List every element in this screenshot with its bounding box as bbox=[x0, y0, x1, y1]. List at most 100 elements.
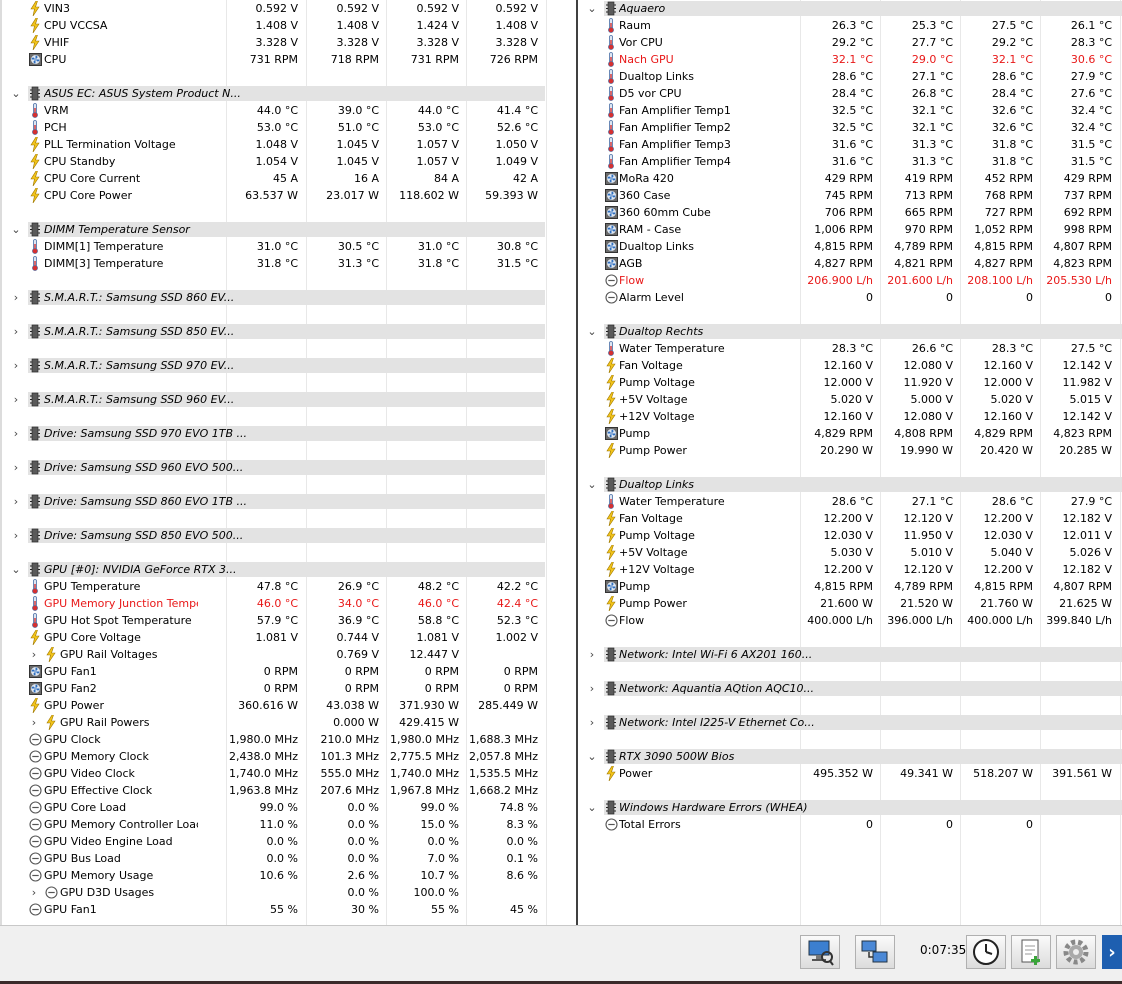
sensor-group-row[interactable]: › Network: Intel Wi-Fi 6 AX201 160... bbox=[580, 646, 1122, 663]
sensor-row[interactable]: Dualtop Links 4,815 RPM 4,789 RPM 4,815 RPM… bbox=[580, 238, 1122, 255]
right-sensor-pane[interactable]: ⌄ Aquaero Raum 26.3 °C 25.3 °C 27.5 °C 26.1 °C… bbox=[580, 0, 1122, 925]
sensor-row[interactable]: CPU Standby 1.054 V 1.045 V 1.057 V 1.049 V bbox=[4, 153, 575, 170]
shared-memory-button[interactable] bbox=[855, 935, 895, 969]
sensor-row[interactable]: +12V Voltage 12.200 V 12.120 V 12.200 V 12.1… bbox=[580, 561, 1122, 578]
sensor-group-row[interactable]: ⌄ DIMM Temperature Sensor bbox=[4, 221, 575, 238]
sensor-row[interactable]: DIMM[3] Temperature 31.8 °C 31.3 °C 31.8 °C… bbox=[4, 255, 575, 272]
sensor-row[interactable]: Water Temperature 28.3 °C 26.6 °C 28.3 °C 27… bbox=[580, 340, 1122, 357]
sensor-row[interactable]: GPU Temperature 47.8 °C 26.9 °C 48.2 °C 42.2… bbox=[4, 578, 575, 595]
sensor-row[interactable]: GPU Power 360.616 W 43.038 W 371.930 W 285.4… bbox=[4, 697, 575, 714]
sensor-row[interactable]: Fan Voltage 12.160 V 12.080 V 12.160 V 12.14… bbox=[580, 357, 1122, 374]
sensor-row[interactable]: GPU Memory Junction Temperature 46.0 °C 34… bbox=[4, 595, 575, 612]
sensor-row[interactable]: Fan Amplifier Temp3 31.6 °C 31.3 °C 31.8 °C… bbox=[580, 136, 1122, 153]
expand-chevron-icon[interactable]: › bbox=[28, 646, 40, 663]
sensor-row[interactable]: CPU 731 RPM 718 RPM 731 RPM 726 RPM bbox=[4, 51, 575, 68]
sensor-group-row[interactable]: › Drive: Samsung SSD 970 EVO 1TB ... bbox=[4, 425, 575, 442]
sensor-row[interactable]: Alarm Level 0 0 0 0 bbox=[580, 289, 1122, 306]
sensor-row[interactable]: Pump Power 20.290 W 19.990 W 20.420 W 20.285… bbox=[580, 442, 1122, 459]
sensor-row[interactable]: MoRa 420 429 RPM 419 RPM 452 RPM 429 RPM bbox=[580, 170, 1122, 187]
exit-button[interactable]: › bbox=[1102, 935, 1122, 969]
sensor-row[interactable]: Total Errors 0 0 0 bbox=[580, 816, 1122, 833]
sensor-group-row[interactable]: ⌄ ASUS EC: ASUS System Product N... bbox=[4, 85, 575, 102]
collapse-chevron-icon[interactable]: ⌄ bbox=[10, 85, 22, 102]
expand-chevron-icon[interactable]: › bbox=[10, 289, 22, 306]
sensor-row[interactable]: Pump Voltage 12.030 V 11.950 V 12.030 V 12.0… bbox=[580, 527, 1122, 544]
sensor-row[interactable]: GPU Clock 1,980.0 MHz 210.0 MHz 1,980.0 MHz… bbox=[4, 731, 575, 748]
sensor-row[interactable]: AGB 4,827 RPM 4,821 RPM 4,827 RPM 4,823 RPM bbox=[580, 255, 1122, 272]
sensor-row[interactable]: Vor CPU 29.2 °C 27.7 °C 29.2 °C 28.3 °C bbox=[580, 34, 1122, 51]
expand-chevron-icon[interactable]: › bbox=[586, 714, 598, 731]
expand-chevron-icon[interactable]: › bbox=[10, 527, 22, 544]
sensor-row[interactable]: GPU Bus Load 0.0 % 0.0 % 7.0 % 0.1 % bbox=[4, 850, 575, 867]
sensor-group-row[interactable]: › S.M.A.R.T.: Samsung SSD 960 EV... bbox=[4, 391, 575, 408]
sensor-group-row[interactable]: ⌄ Windows Hardware Errors (WHEA) bbox=[580, 799, 1122, 816]
collapse-chevron-icon[interactable]: ⌄ bbox=[10, 221, 22, 238]
sensor-row[interactable]: Pump Voltage 12.000 V 11.920 V 12.000 V 11.9… bbox=[580, 374, 1122, 391]
sensor-group-row[interactable]: › Drive: Samsung SSD 960 EVO 500... bbox=[4, 459, 575, 476]
expand-chevron-icon[interactable]: › bbox=[10, 493, 22, 510]
sensor-row[interactable]: D5 vor CPU 28.4 °C 26.8 °C 28.4 °C 27.6 °C bbox=[580, 85, 1122, 102]
sensor-row[interactable]: PLL Termination Voltage 1.048 V 1.045 V 1.0… bbox=[4, 136, 575, 153]
sensor-row[interactable]: › GPU D3D Usages 0.0 % 100.0 % bbox=[4, 884, 575, 901]
collapse-chevron-icon[interactable]: ⌄ bbox=[586, 799, 598, 816]
sensor-row[interactable]: GPU Memory Clock 2,438.0 MHz 101.3 MHz 2,77… bbox=[4, 748, 575, 765]
sensor-row[interactable]: Power 495.352 W 49.341 W 518.207 W 391.561 W bbox=[580, 765, 1122, 782]
expand-chevron-icon[interactable]: › bbox=[10, 323, 22, 340]
sensor-row[interactable]: Dualtop Links 28.6 °C 27.1 °C 28.6 °C 27.9 °… bbox=[580, 68, 1122, 85]
sensor-row[interactable]: Raum 26.3 °C 25.3 °C 27.5 °C 26.1 °C bbox=[580, 17, 1122, 34]
sensor-row[interactable]: GPU Fan2 0 RPM 0 RPM 0 RPM 0 RPM bbox=[4, 680, 575, 697]
sensor-group-row[interactable]: ⌄ RTX 3090 500W Bios bbox=[580, 748, 1122, 765]
sensor-group-row[interactable]: › Drive: Samsung SSD 850 EVO 500... bbox=[4, 527, 575, 544]
settings-button[interactable] bbox=[1056, 935, 1096, 969]
sensor-group-row[interactable]: ⌄ GPU [#0]: NVIDIA GeForce RTX 3... bbox=[4, 561, 575, 578]
network-monitor-button[interactable] bbox=[800, 935, 840, 969]
left-sensor-pane[interactable]: VIN3 0.592 V 0.592 V 0.592 V 0.592 V CPU VCCS… bbox=[4, 0, 575, 925]
sensor-group-row[interactable]: ⌄ Aquaero bbox=[580, 0, 1122, 17]
sensor-row[interactable]: PCH 53.0 °C 51.0 °C 53.0 °C 52.6 °C bbox=[4, 119, 575, 136]
sensor-row[interactable]: Pump 4,815 RPM 4,789 RPM 4,815 RPM 4,807 RPM bbox=[580, 578, 1122, 595]
sensor-row[interactable]: VHIF 3.328 V 3.328 V 3.328 V 3.328 V bbox=[4, 34, 575, 51]
sensor-row[interactable]: +5V Voltage 5.020 V 5.000 V 5.020 V 5.015 V bbox=[580, 391, 1122, 408]
sensor-row[interactable]: Fan Amplifier Temp4 31.6 °C 31.3 °C 31.8 °C… bbox=[580, 153, 1122, 170]
sensor-row[interactable]: CPU Core Power 63.537 W 23.017 W 118.602 W 5… bbox=[4, 187, 575, 204]
sensor-row[interactable]: Water Temperature 28.6 °C 27.1 °C 28.6 °C 27… bbox=[580, 493, 1122, 510]
sensor-group-row[interactable]: › Network: Intel I225-V Ethernet Co... bbox=[580, 714, 1122, 731]
sensor-group-row[interactable]: ⌄ Dualtop Rechts bbox=[580, 323, 1122, 340]
sensor-group-row[interactable]: › S.M.A.R.T.: Samsung SSD 850 EV... bbox=[4, 323, 575, 340]
expand-chevron-icon[interactable]: › bbox=[10, 391, 22, 408]
expand-chevron-icon[interactable]: › bbox=[586, 646, 598, 663]
logging-button[interactable] bbox=[1011, 935, 1051, 969]
sensor-row[interactable]: Nach GPU 32.1 °C 29.0 °C 32.1 °C 30.6 °C bbox=[580, 51, 1122, 68]
collapse-chevron-icon[interactable]: ⌄ bbox=[586, 0, 598, 17]
pane-divider[interactable] bbox=[576, 0, 578, 925]
sensor-row[interactable]: GPU Core Load 99.0 % 0.0 % 99.0 % 74.8 % bbox=[4, 799, 575, 816]
sensor-row[interactable]: GPU Video Engine Load 0.0 % 0.0 % 0.0 % 0.0 … bbox=[4, 833, 575, 850]
sensor-row[interactable]: Fan Voltage 12.200 V 12.120 V 12.200 V 12.18… bbox=[580, 510, 1122, 527]
expand-chevron-icon[interactable]: › bbox=[10, 459, 22, 476]
sensor-row[interactable]: Fan Amplifier Temp2 32.5 °C 32.1 °C 32.6 °C… bbox=[580, 119, 1122, 136]
expand-chevron-icon[interactable]: › bbox=[28, 714, 40, 731]
expand-chevron-icon[interactable]: › bbox=[10, 357, 22, 374]
sensor-row[interactable]: 360 60mm Cube 706 RPM 665 RPM 727 RPM 692 RP… bbox=[580, 204, 1122, 221]
sensor-group-row[interactable]: › Drive: Samsung SSD 860 EVO 1TB ... bbox=[4, 493, 575, 510]
sensor-group-row[interactable]: ⌄ Dualtop Links bbox=[580, 476, 1122, 493]
sensor-row[interactable]: CPU VCCSA 1.408 V 1.408 V 1.424 V 1.408 V bbox=[4, 17, 575, 34]
sensor-row[interactable]: GPU Fan1 55 % 30 % 55 % 45 % bbox=[4, 901, 575, 918]
sensor-row[interactable]: GPU Core Voltage 1.081 V 0.744 V 1.081 V 1.0… bbox=[4, 629, 575, 646]
expand-chevron-icon[interactable]: › bbox=[10, 425, 22, 442]
sensor-row[interactable]: RAM - Case 1,006 RPM 970 RPM 1,052 RPM 998 R… bbox=[580, 221, 1122, 238]
sensor-row[interactable]: › GPU Rail Voltages 0.769 V 12.447 V bbox=[4, 646, 575, 663]
sensor-row[interactable]: GPU Memory Controller Load 11.0 % 0.0 % 15.… bbox=[4, 816, 575, 833]
sensor-row[interactable]: GPU Effective Clock 1,963.8 MHz 207.6 MHz 1… bbox=[4, 782, 575, 799]
sensor-row[interactable]: › GPU Rail Powers 0.000 W 429.415 W bbox=[4, 714, 575, 731]
sensor-row[interactable]: +5V Voltage 5.030 V 5.010 V 5.040 V 5.026 V bbox=[580, 544, 1122, 561]
sensor-row[interactable]: CPU Core Current 45 A 16 A 84 A 42 A bbox=[4, 170, 575, 187]
collapse-chevron-icon[interactable]: ⌄ bbox=[10, 561, 22, 578]
sensor-row[interactable]: VIN3 0.592 V 0.592 V 0.592 V 0.592 V bbox=[4, 0, 575, 17]
collapse-chevron-icon[interactable]: ⌄ bbox=[586, 323, 598, 340]
sensor-row[interactable]: DIMM[1] Temperature 31.0 °C 30.5 °C 31.0 °C… bbox=[4, 238, 575, 255]
sensor-row[interactable]: GPU Memory Usage 10.6 % 2.6 % 10.7 % 8.6 % bbox=[4, 867, 575, 884]
expand-chevron-icon[interactable]: › bbox=[28, 884, 40, 901]
collapse-chevron-icon[interactable]: ⌄ bbox=[586, 748, 598, 765]
sensor-row[interactable]: Fan Amplifier Temp1 32.5 °C 32.1 °C 32.6 °C… bbox=[580, 102, 1122, 119]
